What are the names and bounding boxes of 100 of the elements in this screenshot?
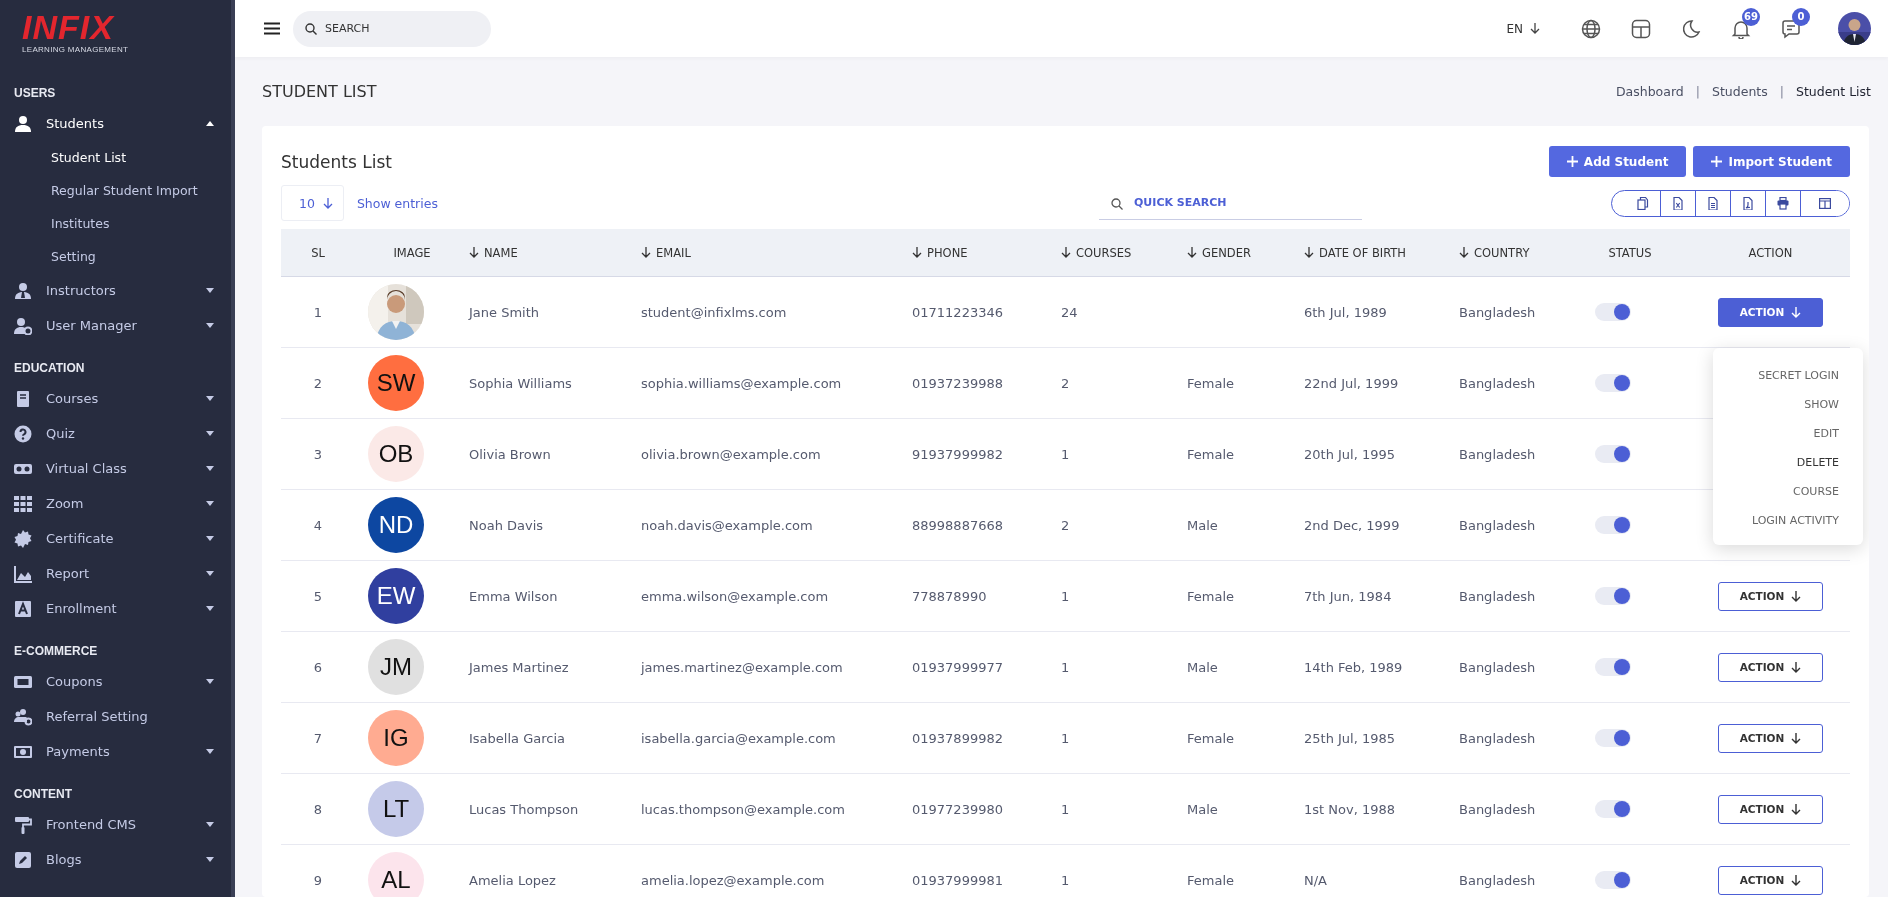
moon-icon[interactable] [1681, 18, 1701, 39]
status-toggle[interactable] [1595, 374, 1631, 392]
table-cell: Bangladesh [1459, 872, 1536, 888]
status-toggle[interactable] [1595, 516, 1631, 534]
search-field[interactable]: SEARCH [293, 10, 491, 47]
column-header[interactable]: COURSES [1061, 245, 1187, 260]
sidebar-item[interactable]: Courses [0, 381, 231, 416]
submenu-item[interactable]: Setting [0, 240, 231, 273]
column-header[interactable]: GENDER [1187, 245, 1304, 260]
search-icon [305, 22, 317, 35]
status-toggle[interactable] [1595, 587, 1631, 605]
table-cell: Female [1187, 375, 1234, 391]
status-toggle[interactable] [1595, 729, 1631, 747]
book-icon [14, 389, 32, 408]
sidebar-item[interactable]: Payments [0, 734, 231, 769]
sidebar-item[interactable]: Students [0, 106, 231, 141]
table-cell: Amelia Lopez [469, 872, 556, 888]
status-toggle[interactable] [1595, 303, 1631, 321]
table-cell: Bangladesh [1459, 446, 1536, 462]
submenu-item[interactable]: Regular Student Import [0, 174, 231, 207]
menu-icon[interactable] [264, 22, 280, 35]
breadcrumb-separator: | [1779, 84, 1784, 99]
action-button[interactable]: ACTION [1718, 652, 1823, 682]
status-toggle[interactable] [1595, 658, 1631, 676]
column-header[interactable]: DATE OF BIRTH [1304, 245, 1459, 260]
action-button[interactable]: ACTION [1718, 865, 1823, 895]
table-cell: Bangladesh [1459, 659, 1536, 675]
action-button[interactable]: ACTION [1718, 581, 1823, 611]
column-header[interactable]: STATUS [1570, 245, 1690, 260]
sidebar-item[interactable]: Virtual Class [0, 451, 231, 486]
column-header[interactable]: SL [281, 245, 355, 260]
status-toggle[interactable] [1595, 445, 1631, 463]
column-header[interactable]: IMAGE [355, 245, 469, 260]
chat-icon[interactable] [1781, 18, 1801, 39]
sidebar-item[interactable]: User Manager [0, 308, 231, 343]
menu-item[interactable]: COURSE [1713, 476, 1863, 506]
table-cell: Bangladesh [1459, 304, 1536, 320]
avatar-initials: JM [368, 639, 424, 695]
menu-item[interactable]: EDIT [1713, 418, 1863, 448]
section-heading: CONTENT [13, 786, 73, 803]
sort-arrow-icon [1061, 247, 1071, 258]
column-header[interactable]: PHONE [912, 245, 1061, 260]
table-cell: Male [1187, 801, 1218, 817]
sidebar-item[interactable]: Certificate [0, 521, 231, 556]
menu-item[interactable]: LOGIN ACTIVITY [1713, 505, 1863, 535]
table-cell: Noah Davis [469, 517, 544, 533]
arrow-down-icon [1791, 732, 1802, 744]
breadcrumb-link[interactable]: Students [1712, 84, 1768, 99]
avatar-initials: EW [368, 568, 424, 624]
table-cell: 20th Jul, 1995 [1304, 446, 1396, 462]
section-heading: E-COMMERCE [13, 643, 99, 660]
sidebar-item[interactable]: Coupons [0, 664, 231, 699]
action-button[interactable]: ACTION [1718, 794, 1823, 824]
table-cell-text: 9 [312, 872, 324, 888]
seal-icon [14, 529, 32, 548]
sidebar-item[interactable]: Frontend CMS [0, 807, 231, 842]
table-cell: Male [1187, 659, 1218, 675]
import-button[interactable]: Import Student [1693, 146, 1850, 177]
table-cell-text: 4 [312, 517, 324, 533]
table-cell-text: 5 [312, 588, 324, 604]
columns-button[interactable] [1800, 190, 1849, 216]
add-button[interactable]: Add Student [1548, 146, 1687, 177]
bell-icon[interactable] [1731, 18, 1751, 39]
table-cell: Bangladesh [1459, 588, 1536, 604]
sidebar-item[interactable]: Zoom [0, 486, 231, 521]
table-cell: Isabella Garcia [469, 730, 565, 746]
table-cell: Female [1187, 446, 1234, 462]
menu-item[interactable]: DELETE [1713, 447, 1863, 477]
avatar-initials: LT [368, 781, 424, 837]
action-button[interactable]: ACTION [1718, 297, 1823, 327]
avatar-initials: IG [368, 710, 424, 766]
submenu-item[interactable]: Student List [0, 141, 231, 174]
sidebar-item[interactable]: Report [0, 556, 231, 591]
sidebar-item[interactable]: Referral Setting [0, 699, 231, 734]
column-header[interactable]: NAME [469, 245, 641, 260]
table-cell: 24 [1061, 304, 1078, 320]
table-cell: student@infixlms.com [641, 304, 787, 320]
user-gear-icon [14, 316, 32, 335]
table-cell: emma.wilson@example.com [641, 588, 829, 604]
breadcrumb-link[interactable]: Dashboard [1615, 84, 1684, 99]
column-header[interactable]: ACTION [1690, 245, 1851, 260]
globe-icon[interactable] [1581, 18, 1601, 39]
language-selector[interactable]: EN [1506, 21, 1540, 36]
menu-item[interactable]: SHOW [1713, 389, 1863, 419]
logo-subtitle: LEARNING MANAGEMENT [22, 45, 130, 54]
sidebar-item[interactable]: Instructors [0, 273, 231, 308]
status-toggle[interactable] [1595, 871, 1631, 889]
sidebar-item[interactable]: Enrollment [0, 591, 231, 626]
layout-icon[interactable] [1631, 18, 1651, 39]
table-cell: Jane Smith [469, 304, 540, 320]
column-header[interactable]: COUNTRY [1459, 245, 1570, 260]
action-button[interactable]: ACTION [1718, 723, 1823, 753]
submenu-item[interactable]: Institutes [0, 207, 231, 240]
sidebar-item[interactable]: Blogs [0, 842, 231, 877]
menu-item[interactable]: SECRET LOGIN [1713, 360, 1863, 390]
status-toggle[interactable] [1595, 800, 1631, 818]
table-cell: 778878990 [912, 588, 987, 604]
column-header[interactable]: EMAIL [641, 245, 912, 260]
entries-select[interactable]: 10 [281, 185, 344, 221]
sidebar-item[interactable]: Quiz [0, 416, 231, 451]
